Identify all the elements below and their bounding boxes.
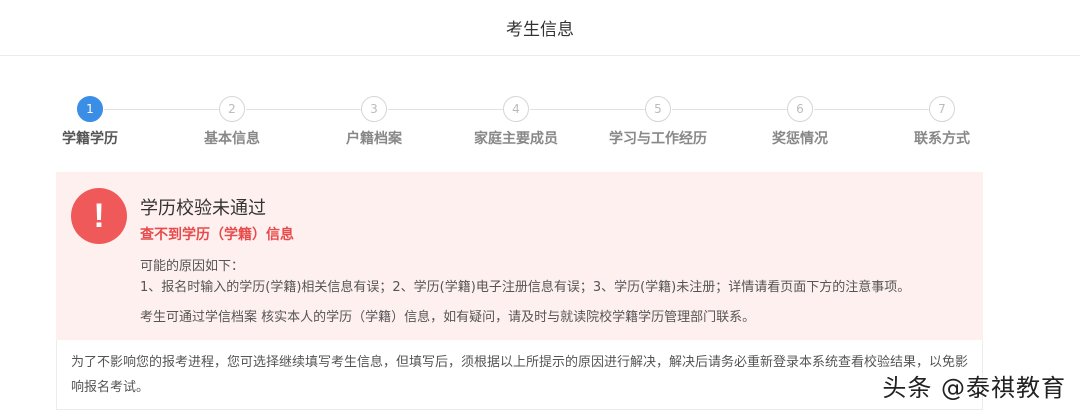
page-header: 考生信息 xyxy=(0,0,1080,56)
page-title: 考生信息 xyxy=(506,20,574,40)
step-connector xyxy=(104,109,222,110)
step-5[interactable]: 5 学习与工作经历 xyxy=(598,96,718,148)
step-connector xyxy=(814,109,932,110)
step-connector xyxy=(672,109,790,110)
reason-list: 1、报名时输入的学历(学籍)相关信息有误；2、学历(学籍)电子注册信息有误；3、… xyxy=(140,280,911,295)
step-label: 基本信息 xyxy=(204,131,260,147)
step-4[interactable]: 4 家庭主要成员 xyxy=(456,96,576,148)
step-6[interactable]: 6 奖惩情况 xyxy=(740,96,860,148)
validation-alert: ! 学历校验未通过 查不到学历（学籍）信息 可能的原因如下： 1、报名时输入的学… xyxy=(56,172,983,340)
step-connector xyxy=(530,109,648,110)
exclamation-icon: ! xyxy=(71,188,127,244)
step-label: 奖惩情况 xyxy=(772,131,828,147)
notice-text: 为了不影响您的报考进程，您可选择继续填写考生信息，但填写后，须根据以上所提示的原… xyxy=(71,355,969,395)
alert-subtitle: 查不到学历（学籍）信息 xyxy=(140,227,294,243)
step-number: 4 xyxy=(503,96,529,122)
step-connector xyxy=(388,109,506,110)
watermark: 头条 @泰祺教育 xyxy=(882,374,1066,402)
alert-title: 学历校验未通过 xyxy=(140,198,266,219)
step-2[interactable]: 2 基本信息 xyxy=(172,96,292,148)
step-number: 1 xyxy=(77,96,103,122)
step-number: 2 xyxy=(219,96,245,122)
step-3[interactable]: 3 户籍档案 xyxy=(314,96,434,148)
step-number: 5 xyxy=(645,96,671,122)
step-connector xyxy=(246,109,364,110)
step-label: 户籍档案 xyxy=(346,131,402,147)
step-number: 6 xyxy=(787,96,813,122)
step-label: 学籍学历 xyxy=(62,131,118,147)
step-label: 联系方式 xyxy=(914,131,970,147)
progress-steps: 1 学籍学历 2 基本信息 3 户籍档案 4 家庭主要成员 5 学习与工作经历 … xyxy=(40,96,1040,156)
step-1[interactable]: 1 学籍学历 xyxy=(30,96,150,148)
reason-heading: 可能的原因如下： xyxy=(140,259,245,274)
step-7[interactable]: 7 联系方式 xyxy=(882,96,1002,148)
step-number: 3 xyxy=(361,96,387,122)
step-label: 家庭主要成员 xyxy=(474,131,558,147)
step-number: 7 xyxy=(929,96,955,122)
notice-box: 为了不影响您的报考进程，您可选择继续填写考生信息，但填写后，须根据以上所提示的原… xyxy=(56,340,983,410)
advice-text: 考生可通过学信档案 核实本人的学历（学籍）信息，如有疑问，请及时与就读院校学籍学… xyxy=(140,310,756,325)
step-label: 学习与工作经历 xyxy=(609,131,707,147)
